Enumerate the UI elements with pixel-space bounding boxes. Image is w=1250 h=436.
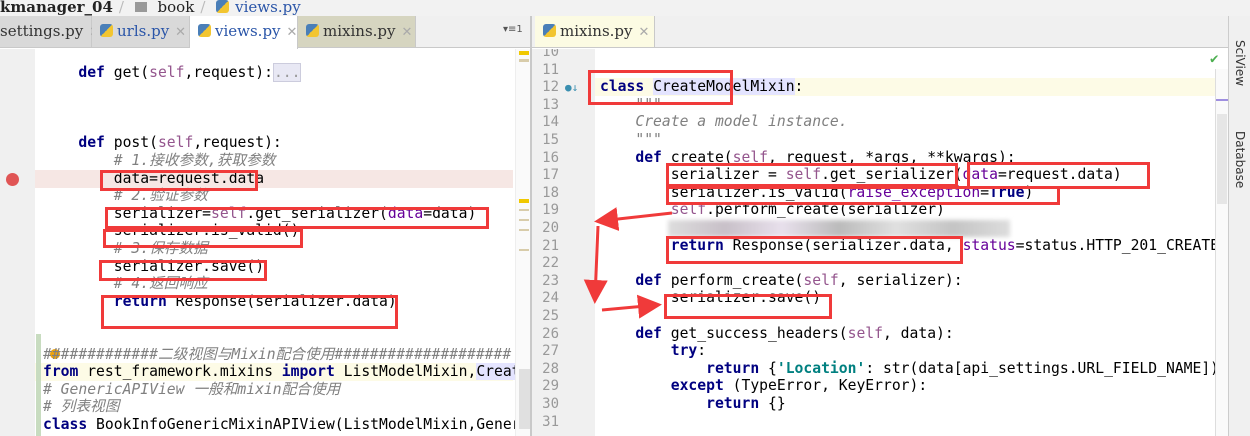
arrow — [594, 207, 673, 231]
arrow — [583, 225, 608, 304]
arrow — [601, 294, 662, 319]
annotation-arrows — [583, 207, 673, 319]
